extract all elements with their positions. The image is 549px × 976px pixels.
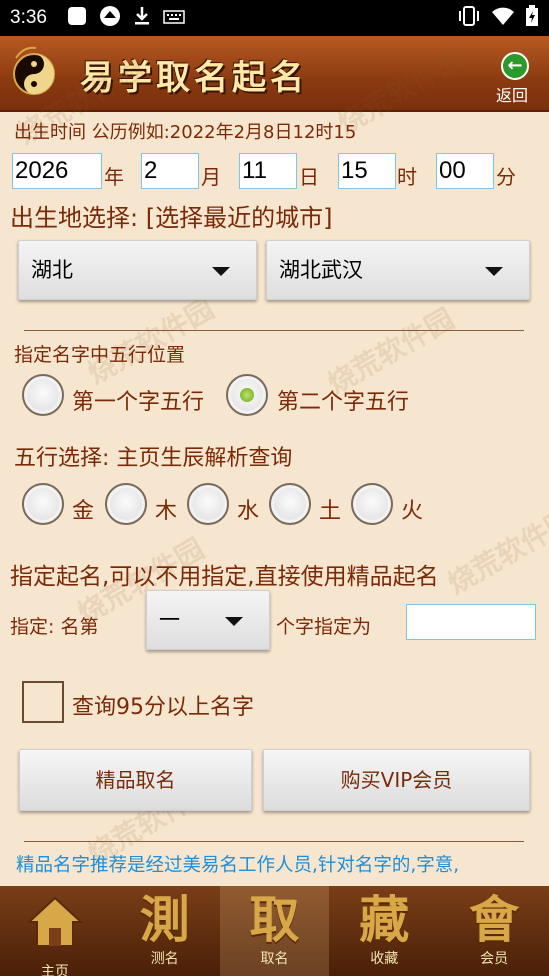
score-filter-checkbox[interactable] xyxy=(22,681,64,723)
back-button[interactable]: ← 返回 xyxy=(495,52,535,108)
radio-wood-label: 木 xyxy=(155,499,178,524)
month-input[interactable]: 2 xyxy=(141,153,199,189)
nav-member-label: 会员 xyxy=(480,951,509,967)
premium-naming-button[interactable]: 精品取名 xyxy=(19,749,252,811)
radio-second-char[interactable] xyxy=(226,374,268,416)
year-input[interactable]: 2026 xyxy=(12,153,102,189)
radio-earth-label: 土 xyxy=(319,499,342,524)
nav-naming[interactable]: 取 取名 xyxy=(219,886,330,976)
birth-time-label: 出生时间 公历例如:2022年2月8日12时15 xyxy=(14,122,357,143)
vibrate-icon xyxy=(457,5,481,31)
char-position-value: 一 xyxy=(159,608,180,632)
chevron-down-icon xyxy=(212,267,230,276)
nav-member[interactable]: 會 会员 xyxy=(439,886,549,976)
back-label: 返回 xyxy=(495,86,528,105)
char-position-select[interactable]: 一 xyxy=(146,590,270,650)
radio-metal-label: 金 xyxy=(72,499,95,524)
bottom-nav: 主页 測 测名 取 取名 藏 收藏 會 会员 xyxy=(0,886,549,976)
nav-favorites[interactable]: 藏 收藏 xyxy=(329,886,439,976)
watermark: 烧荒软件园 xyxy=(441,502,549,601)
keyboard-icon xyxy=(163,9,185,28)
buy-vip-button[interactable]: 购买VIP会员 xyxy=(263,749,530,811)
nav-home[interactable]: 主页 xyxy=(0,886,110,976)
radio-selected-dot xyxy=(240,388,254,402)
radio-fire-label: 火 xyxy=(401,499,424,524)
app-icon xyxy=(99,5,121,31)
info-text: 精品名字推荐是经过美易名工作人员,针对名字的,字意, xyxy=(16,855,460,876)
nav-naming-label: 取名 xyxy=(260,951,289,967)
radio-fire[interactable] xyxy=(351,483,393,525)
city-value: 湖北武汉 xyxy=(279,258,363,282)
radio-wood[interactable] xyxy=(105,483,147,525)
naming-icon: 取 xyxy=(249,890,300,949)
divider xyxy=(24,330,524,331)
city-select[interactable]: 湖北武汉 xyxy=(266,240,530,300)
hour-unit: 时 xyxy=(397,165,417,189)
year-unit: 年 xyxy=(104,165,124,189)
specify-prefix-label: 指定: 名第 xyxy=(10,616,99,638)
radio-water-label: 水 xyxy=(237,499,260,524)
back-arrow-icon: ← xyxy=(501,52,529,80)
minute-input[interactable]: 00 xyxy=(436,153,494,189)
download-icon xyxy=(133,6,151,30)
minute-unit: 分 xyxy=(496,165,516,189)
member-icon: 會 xyxy=(469,890,520,949)
home-icon xyxy=(0,890,110,963)
divider xyxy=(24,841,524,842)
favorites-icon: 藏 xyxy=(359,890,410,949)
taiji-logo-icon xyxy=(10,44,58,100)
radio-metal[interactable] xyxy=(22,483,64,525)
radio-first-char[interactable] xyxy=(22,374,64,416)
month-unit: 月 xyxy=(201,165,221,189)
province-value: 湖北 xyxy=(31,258,73,282)
nav-home-label: 主页 xyxy=(40,964,69,976)
radio-second-char-label: 第二个字五行 xyxy=(277,390,410,415)
test-name-icon: 測 xyxy=(139,890,190,949)
day-unit: 日 xyxy=(299,165,319,189)
day-input[interactable]: 11 xyxy=(239,153,297,189)
hour-input[interactable]: 15 xyxy=(338,153,396,189)
score-filter-label: 查询95分以上名字 xyxy=(72,695,254,720)
radio-earth[interactable] xyxy=(269,483,311,525)
battery-icon xyxy=(525,5,539,31)
nav-test-name[interactable]: 測 测名 xyxy=(110,886,220,976)
chevron-down-icon xyxy=(485,267,503,276)
specified-char-input[interactable] xyxy=(406,604,536,640)
radio-water[interactable] xyxy=(187,483,229,525)
square-icon xyxy=(67,6,87,30)
specify-suffix-label: 个字指定为 xyxy=(276,616,372,638)
wuxing-select-label: 五行选择: 主页生辰解析查询 xyxy=(14,446,293,471)
status-time: 3:36 xyxy=(10,7,47,28)
radio-first-char-label: 第一个字五行 xyxy=(72,390,205,415)
chevron-down-icon xyxy=(225,617,243,626)
wifi-icon xyxy=(491,6,515,30)
status-bar: 3:36 xyxy=(0,0,549,36)
province-select[interactable]: 湖北 xyxy=(18,240,257,300)
nav-test-name-label: 测名 xyxy=(150,951,179,967)
birth-place-label: 出生地选择: [选择最近的城市] xyxy=(10,204,333,232)
nav-favorites-label: 收藏 xyxy=(370,951,399,967)
wuxing-position-label: 指定名字中五行位置 xyxy=(14,344,186,366)
specify-heading: 指定起名,可以不用指定,直接使用精品起名 xyxy=(10,564,439,590)
